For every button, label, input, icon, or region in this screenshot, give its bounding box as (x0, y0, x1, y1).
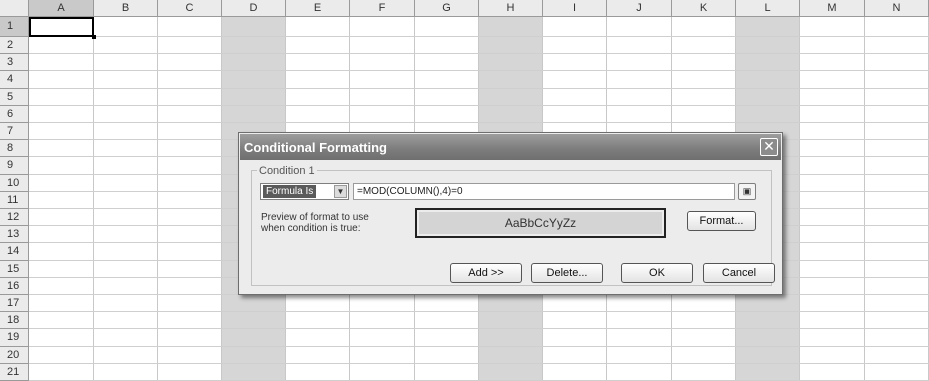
active-cell[interactable] (29, 17, 96, 39)
column-header-d[interactable]: D (222, 0, 286, 17)
row-gridline (29, 346, 929, 347)
row-gridline (29, 363, 929, 364)
column-header-f[interactable]: F (350, 0, 415, 17)
row-gridline (29, 311, 929, 312)
row-header-18[interactable]: 18 (0, 312, 29, 329)
preview-label-line2: when condition is true: (261, 223, 361, 234)
close-icon[interactable]: ✕ (760, 138, 778, 156)
delete-button[interactable]: Delete... (531, 263, 603, 283)
dialog-title: Conditional Formatting (244, 140, 387, 155)
row-header-1[interactable]: 1 (0, 17, 29, 37)
column-header-k[interactable]: K (672, 0, 736, 17)
row-header-6[interactable]: 6 (0, 106, 29, 123)
condition-type-dropdown[interactable]: Formula Is ▼ (260, 183, 349, 200)
row-header-9[interactable]: 9 (0, 157, 29, 175)
column-header-c[interactable]: C (158, 0, 222, 17)
chevron-down-icon[interactable]: ▼ (334, 185, 347, 198)
format-preview: AaBbCcYyZz (415, 208, 666, 238)
condition-type-value: Formula Is (263, 185, 317, 198)
column-header-b[interactable]: B (94, 0, 158, 17)
row-gridline (29, 88, 929, 89)
row-header-8[interactable]: 8 (0, 140, 29, 157)
column-header-l[interactable]: L (736, 0, 800, 17)
row-header-2[interactable]: 2 (0, 37, 29, 54)
row-header-13[interactable]: 13 (0, 226, 29, 243)
preview-label: Preview of format to use when condition … (261, 212, 401, 234)
condition-label: Condition 1 (257, 165, 317, 177)
row-header-5[interactable]: 5 (0, 89, 29, 106)
row-header-3[interactable]: 3 (0, 54, 29, 71)
row-header-17[interactable]: 17 (0, 295, 29, 312)
column-c[interactable] (158, 17, 222, 381)
column-header-a[interactable]: A (29, 0, 94, 17)
row-gridline (29, 105, 929, 106)
add-button[interactable]: Add >> (450, 263, 522, 283)
column-b[interactable] (94, 17, 158, 381)
row-header-14[interactable]: 14 (0, 243, 29, 261)
row-gridline (29, 328, 929, 329)
column-header-i[interactable]: I (543, 0, 607, 17)
row-header-19[interactable]: 19 (0, 329, 29, 347)
row-header-15[interactable]: 15 (0, 261, 29, 278)
cancel-button[interactable]: Cancel (703, 263, 775, 283)
collapse-dialog-icon[interactable]: ▣ (738, 183, 756, 200)
column-a[interactable] (29, 17, 94, 381)
row-header-10[interactable]: 10 (0, 175, 29, 192)
column-header-h[interactable]: H (479, 0, 543, 17)
column-m[interactable] (800, 17, 865, 381)
row-header-7[interactable]: 7 (0, 123, 29, 140)
column-header-e[interactable]: E (286, 0, 350, 17)
row-header-4[interactable]: 4 (0, 71, 29, 89)
formula-input[interactable]: =MOD(COLUMN(),4)=0 (353, 183, 735, 200)
row-gridline (29, 36, 929, 37)
row-header-20[interactable]: 20 (0, 347, 29, 364)
row-gridline (29, 53, 929, 54)
column-header-m[interactable]: M (800, 0, 865, 17)
column-header-g[interactable]: G (415, 0, 479, 17)
row-header-11[interactable]: 11 (0, 192, 29, 209)
row-header-21[interactable]: 21 (0, 364, 29, 381)
row-gridline (29, 122, 929, 123)
conditional-formatting-dialog: Conditional Formatting ✕ Condition 1 For… (238, 132, 783, 295)
column-header-n[interactable]: N (865, 0, 929, 17)
row-gridline (29, 70, 929, 71)
row-header-12[interactable]: 12 (0, 209, 29, 226)
preview-label-line1: Preview of format to use (261, 212, 369, 223)
column-header-j[interactable]: J (607, 0, 672, 17)
preview-sample-text: AaBbCcYyZz (419, 212, 662, 234)
column-n[interactable] (865, 17, 929, 381)
format-button[interactable]: Format... (687, 211, 756, 231)
row-header-16[interactable]: 16 (0, 278, 29, 295)
dialog-titlebar[interactable]: Conditional Formatting ✕ (240, 134, 781, 160)
ok-button[interactable]: OK (621, 263, 693, 283)
select-all-corner[interactable] (0, 0, 29, 17)
